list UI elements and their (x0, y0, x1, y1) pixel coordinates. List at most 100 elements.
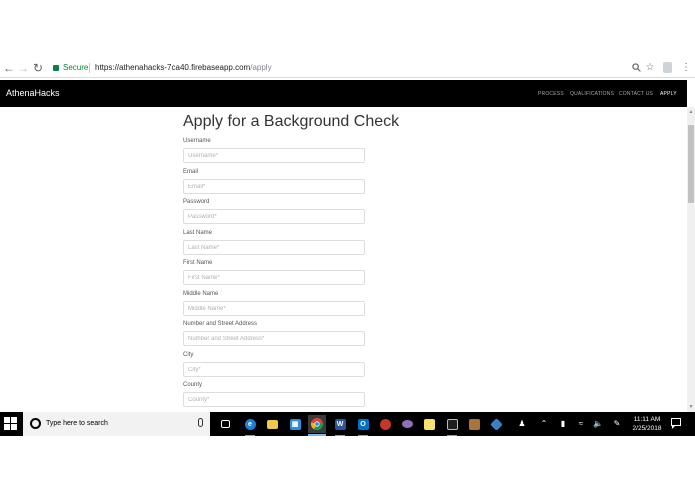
bookmark-button[interactable]: ☆ (644, 61, 656, 75)
taskbar-store[interactable]: ▦ (286, 415, 304, 433)
screen-bottom-area (0, 436, 695, 494)
reload-icon: ↻ (32, 61, 44, 75)
middle-name-label: Middle Name (183, 291, 219, 297)
username-field[interactable] (183, 148, 365, 163)
sticky-notes-icon (423, 418, 435, 430)
windows-logo-pane (11, 424, 17, 430)
microphone-icon[interactable] (198, 418, 203, 427)
cortana-icon (30, 418, 41, 429)
chrome-icon (311, 418, 323, 430)
wifi-icon[interactable]: ≈ (575, 418, 587, 430)
nav-link-contact-us[interactable]: CONTACT US (619, 90, 653, 98)
url-separator (89, 63, 90, 73)
city-field[interactable] (183, 362, 365, 377)
app-icon (401, 420, 413, 428)
screen-top-area (0, 0, 695, 59)
page-title: Apply for a Background Check (183, 113, 400, 130)
lock-icon (53, 64, 59, 71)
street-address-label: Number and Street Address (183, 321, 258, 327)
city-label: City (183, 352, 194, 358)
password-label: Password (183, 199, 210, 205)
middle-name-field[interactable] (183, 301, 365, 316)
action-center-button[interactable] (670, 417, 682, 430)
taskbar-edge[interactable]: e (241, 415, 259, 436)
browser-address-bar: ← → ↻ Secure https://athenahacks-7ca40.f… (0, 59, 695, 78)
pen-icon[interactable]: ✎ (611, 418, 623, 430)
task-view-button[interactable] (216, 415, 234, 433)
taskbar-paint[interactable] (376, 415, 394, 433)
outlook-icon: O (357, 418, 369, 430)
nav-link-process[interactable]: PROCESS (538, 90, 564, 98)
edge-icon: e (244, 418, 256, 430)
taskbar-app[interactable] (398, 415, 416, 433)
reload-button[interactable]: ↻ (31, 61, 45, 75)
first-name-field[interactable] (183, 270, 365, 285)
volume-icon[interactable]: 🔈 (592, 418, 604, 430)
taskbar-chrome[interactable] (308, 415, 326, 436)
taskbar-sticky-notes[interactable] (420, 415, 438, 433)
password-field[interactable] (183, 209, 365, 224)
folder-icon (266, 419, 278, 429)
clock-date: 2/25/2018 (632, 425, 662, 432)
taskbar-clock[interactable]: 11:11 AM 2/25/2018 (628, 415, 666, 433)
forward-button[interactable]: → (16, 61, 30, 75)
windows-logo-pane (4, 424, 10, 430)
taskbar-search-placeholder: Type here to search (46, 420, 108, 427)
county-field[interactable] (183, 392, 365, 407)
windows-logo-icon (4, 417, 10, 423)
zoom-icon (631, 63, 641, 72)
notification-icon-tail (672, 426, 675, 429)
county-label: County (183, 382, 203, 388)
word-icon: W (334, 418, 346, 430)
scroll-up-arrow-icon[interactable]: ▲ (687, 107, 695, 117)
windows-logo-pane (11, 417, 17, 423)
battery-icon[interactable]: ▮ (557, 418, 569, 430)
app-icon (468, 418, 480, 430)
nav-link-qualifications[interactable]: QUALIFICATIONS (570, 90, 614, 98)
notification-icon (671, 418, 681, 426)
terminal-icon (446, 418, 458, 430)
nav-link-apply[interactable]: APPLY (660, 90, 677, 98)
taskbar-terminal[interactable] (443, 415, 461, 436)
first-name-label: First Name (183, 260, 213, 266)
paint-icon (379, 418, 391, 430)
start-button[interactable] (4, 417, 17, 430)
chevron-up-icon[interactable]: ⌃ (538, 418, 550, 430)
last-name-label: Last Name (183, 230, 213, 236)
back-button[interactable]: ← (2, 61, 16, 75)
arrow-left-icon: ← (3, 61, 15, 75)
secure-indicator[interactable]: Secure (53, 62, 88, 74)
url-path: /apply (250, 63, 272, 72)
apply-form: Apply for a Background Check Username Em… (0, 107, 687, 412)
virtualbox-icon (489, 417, 503, 431)
taskbar-search-box[interactable]: Type here to search (23, 412, 210, 436)
people-icon[interactable]: ♟ (516, 418, 528, 430)
scrollbar-thumb[interactable] (688, 125, 694, 203)
url-host: https://athenahacks-7ca40.firebaseapp.co… (95, 63, 251, 72)
site-brand[interactable]: AthenaHacks (6, 87, 60, 100)
arrow-right-icon: → (17, 61, 29, 75)
url-field[interactable]: https://athenahacks-7ca40.firebaseapp.co… (95, 62, 272, 74)
star-icon: ☆ (645, 62, 655, 73)
street-address-field[interactable] (183, 331, 365, 346)
page-scrollbar[interactable]: ▲ ▼ (687, 107, 695, 412)
taskbar-virtualbox[interactable] (487, 415, 505, 433)
taskbar-outlook[interactable]: O (354, 415, 372, 436)
scroll-down-arrow-icon[interactable]: ▼ (687, 402, 695, 412)
email-field[interactable] (183, 179, 365, 194)
taskbar-word[interactable]: W (331, 415, 349, 436)
store-icon: ▦ (289, 418, 301, 430)
site-navbar: AthenaHacks PROCESS QUALIFICATIONS CONTA… (0, 80, 687, 107)
last-name-field[interactable] (183, 240, 365, 255)
zoom-button[interactable] (630, 61, 642, 75)
task-view-icon (220, 420, 230, 428)
kebab-menu-icon: ⋮ (681, 62, 691, 73)
taskbar-app-2[interactable] (465, 415, 483, 433)
username-label: Username (183, 138, 211, 144)
chrome-menu-button[interactable]: ⋮ (680, 61, 692, 75)
email-label: Email (183, 169, 199, 175)
extension-icon[interactable] (663, 62, 672, 73)
secure-label: Secure (63, 63, 89, 72)
taskbar-file-explorer[interactable] (263, 415, 281, 433)
clock-time: 11:11 AM (633, 416, 661, 423)
